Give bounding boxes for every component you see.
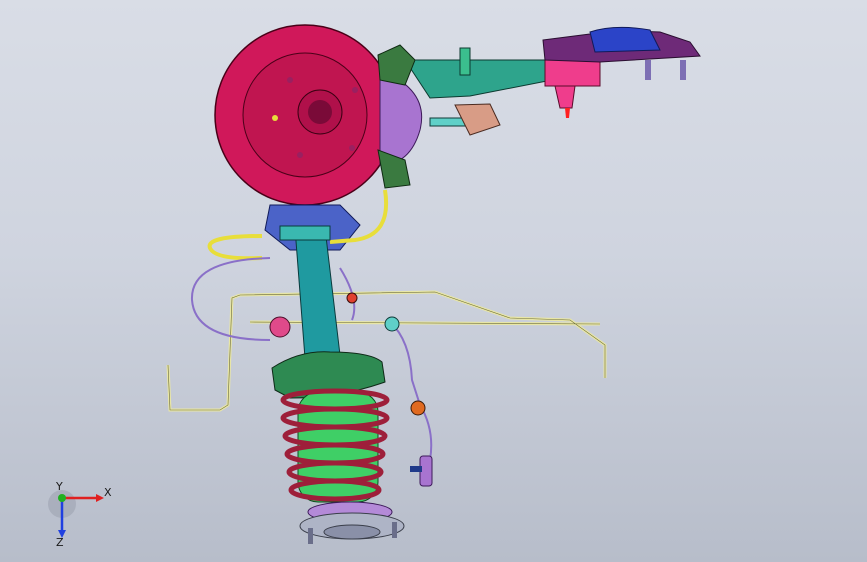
cad-viewport[interactable]: X Y Z (0, 0, 867, 562)
brake-disc[interactable] (214, 24, 396, 206)
axis-triad: X Y Z (48, 480, 112, 549)
tie-rod[interactable] (429, 103, 501, 136)
y-axis-label: Y (55, 480, 63, 493)
z-axis-label: Z (56, 536, 64, 549)
stabilizer-rod[interactable] (166, 290, 607, 412)
y-axis-marker (58, 494, 66, 502)
suspension-assembly-model[interactable] (0, 0, 867, 562)
x-axis-label: X (104, 486, 112, 499)
strut-mount[interactable] (299, 501, 405, 544)
coil-spring[interactable] (280, 388, 390, 503)
